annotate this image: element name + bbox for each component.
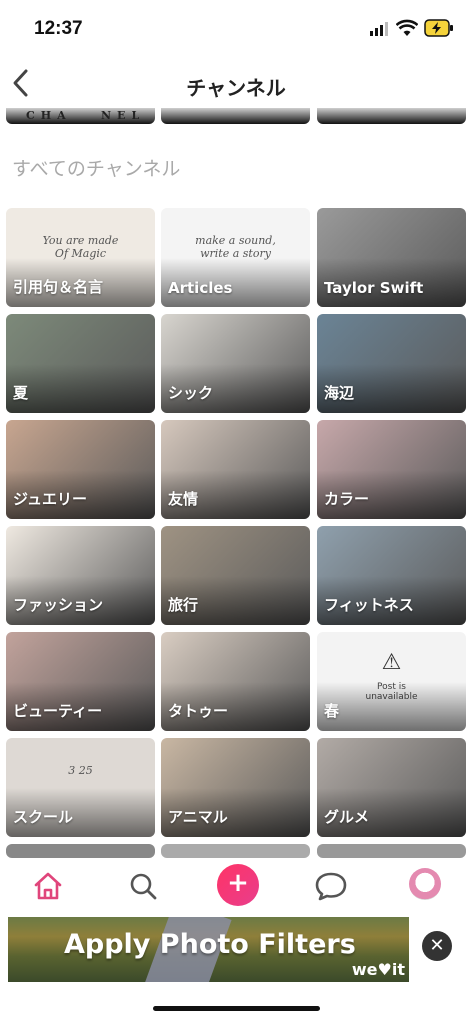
battery-icon	[424, 19, 453, 37]
channel-label: ファッション	[13, 596, 104, 614]
messages-icon[interactable]	[311, 866, 351, 906]
channel-list[interactable]: CHA NEL すべてのチャンネル You are made Of Magic 引…	[0, 108, 472, 858]
channel-tile[interactable]: フィットネス	[317, 526, 466, 625]
plus-icon: +	[227, 868, 249, 898]
ad-headline: Apply Photo Filters	[64, 929, 356, 960]
ad-banner[interactable]: Apply Photo Filters we♥it	[8, 917, 409, 982]
partial-tile-text-right: NEL	[101, 109, 146, 122]
channel-label: 夏	[13, 384, 29, 402]
channel-tile[interactable]: 夏	[6, 314, 155, 413]
channel-tile[interactable]: Taylor Swift	[317, 208, 466, 307]
channel-tile[interactable]: ジュエリー	[6, 420, 155, 519]
navigation-bar: チャンネル	[0, 60, 472, 108]
tab-bar: +	[0, 858, 472, 916]
status-bar: 12:37	[0, 0, 472, 60]
channel-label: 引用句＆名言	[13, 278, 104, 296]
channel-tile[interactable]: 友情	[161, 420, 310, 519]
channel-label: 春	[324, 702, 340, 720]
wifi-icon	[396, 19, 418, 36]
channel-label: フィットネス	[324, 596, 414, 614]
page-title: チャンネル	[186, 76, 286, 100]
channel-label: 旅行	[168, 596, 199, 614]
thumbnail-text: 3 25	[68, 764, 93, 777]
channel-tile[interactable]: 海辺	[317, 314, 466, 413]
partial-tile[interactable]	[161, 844, 310, 858]
channel-label: スクール	[13, 808, 74, 826]
channel-label: 海辺	[324, 384, 355, 402]
channel-tile[interactable]: ビューティー	[6, 632, 155, 731]
channel-tile[interactable]: 旅行	[161, 526, 310, 625]
partial-tile[interactable]	[317, 108, 466, 124]
tile-gradient-overlay	[317, 681, 466, 731]
channel-tile[interactable]: 3 25 スクール	[6, 738, 155, 837]
channel-label: 友情	[168, 490, 199, 508]
ad-brand-logo: we♥it	[351, 960, 405, 979]
home-icon[interactable]	[28, 866, 68, 906]
channel-label: タトゥー	[168, 702, 229, 720]
section-title-all-channels: すべてのチャンネル	[12, 158, 181, 180]
create-post-button[interactable]: +	[217, 864, 259, 906]
channel-tile[interactable]: You are made Of Magic 引用句＆名言	[6, 208, 155, 307]
channel-tile[interactable]: make a sound, write a story Articles	[161, 208, 310, 307]
partial-tile[interactable]	[6, 844, 155, 858]
channel-tile[interactable]: シック	[161, 314, 310, 413]
channel-label: グルメ	[324, 808, 370, 826]
channel-label: カラー	[324, 490, 370, 508]
thumbnail-text: You are made Of Magic	[42, 234, 119, 260]
channel-label: アニマル	[168, 808, 228, 826]
channel-tile[interactable]: グルメ	[317, 738, 466, 837]
close-icon: ✕	[429, 935, 445, 956]
partial-tile-text-left: CHA	[26, 109, 72, 122]
partial-tile[interactable]	[161, 108, 310, 124]
cellular-signal-icon	[370, 22, 388, 36]
search-icon[interactable]	[123, 866, 163, 906]
tile-gradient-overlay	[6, 363, 155, 413]
channel-tile[interactable]: カラー	[317, 420, 466, 519]
channel-tile[interactable]: ファッション	[6, 526, 155, 625]
status-time: 12:37	[34, 18, 83, 39]
close-ad-button[interactable]: ✕	[422, 931, 452, 961]
channel-tile[interactable]: ⚠Post is unavailable春	[317, 632, 466, 731]
partial-tile[interactable]: CHA NEL	[6, 108, 155, 124]
profile-avatar[interactable]	[409, 868, 441, 900]
home-indicator	[153, 1006, 320, 1011]
channel-label: Taylor Swift	[324, 279, 424, 297]
partial-tile[interactable]	[317, 844, 466, 858]
channel-label: Articles	[168, 279, 233, 297]
top-channel-strip: CHA NEL	[0, 108, 472, 126]
channel-tile[interactable]: タトゥー	[161, 632, 310, 731]
warning-icon: ⚠	[381, 650, 402, 675]
channel-tile[interactable]: アニマル	[161, 738, 310, 837]
channel-label: シック	[168, 384, 214, 402]
channel-label: ビューティー	[13, 702, 103, 720]
channel-label: ジュエリー	[13, 490, 87, 508]
thumbnail-text: make a sound, write a story	[195, 234, 276, 260]
